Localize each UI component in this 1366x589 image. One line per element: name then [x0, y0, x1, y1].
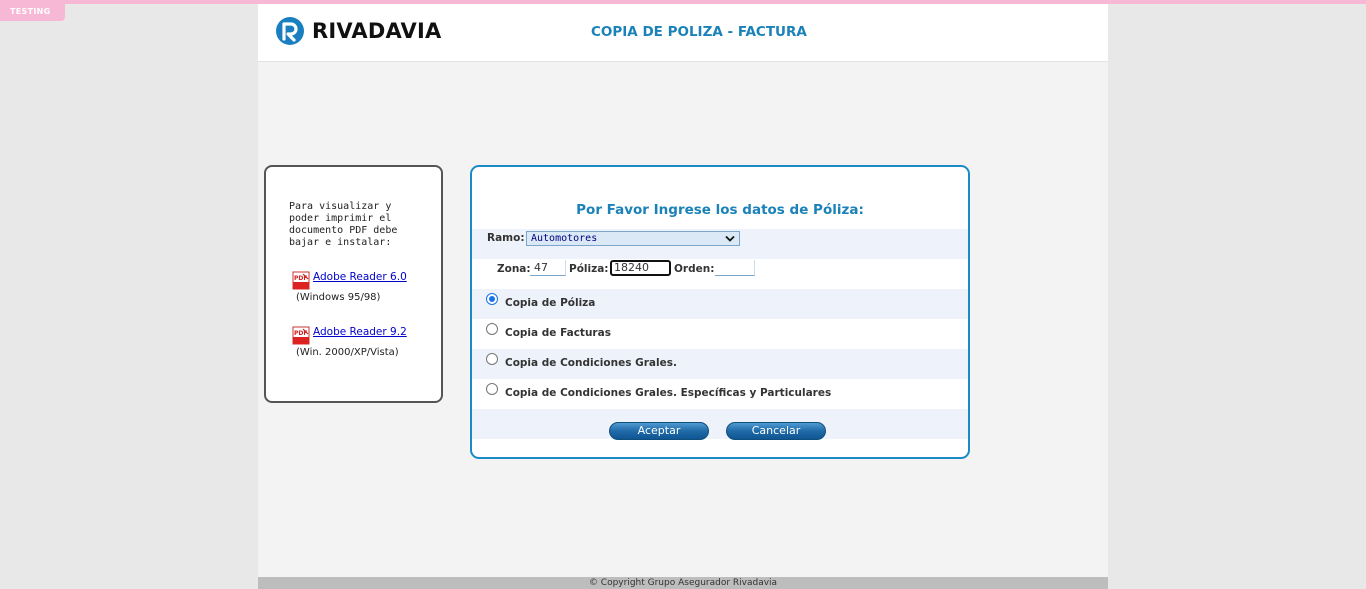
- header: RIVADAVIA COPIA DE POLIZA - FACTURA: [258, 4, 1108, 62]
- pdf-icon: PDF: [292, 326, 311, 345]
- radio-copia-poliza[interactable]: [486, 293, 498, 305]
- pdf-reader-panel: Para visualizar y poder imprimir el docu…: [264, 165, 443, 403]
- radio-condiciones-especificas[interactable]: [486, 383, 498, 395]
- accept-button[interactable]: Aceptar: [609, 422, 709, 440]
- policy-form: Por Favor Ingrese los datos de Póliza: R…: [470, 165, 970, 459]
- testing-badge: TESTING: [0, 0, 65, 21]
- zona-input[interactable]: 47: [530, 260, 566, 276]
- download-note: (Windows 95/98): [296, 292, 381, 303]
- orden-input[interactable]: [715, 260, 755, 276]
- zona-label: Zona:: [497, 263, 531, 275]
- page-title: COPIA DE POLIZA - FACTURA: [591, 24, 807, 40]
- option-label: Copia de Condiciones Grales. Específicas…: [505, 387, 832, 399]
- poliza-label: Póliza:: [569, 263, 609, 275]
- ramo-label: Ramo:: [487, 232, 525, 244]
- pdf-reader-intro: Para visualizar y poder imprimir el docu…: [289, 201, 398, 248]
- ramo-select[interactable]: Automotores: [526, 231, 740, 246]
- rivadavia-logo-icon: [276, 17, 304, 45]
- poliza-input[interactable]: 18240: [610, 260, 671, 276]
- orden-label: Orden:: [674, 263, 715, 275]
- pdf-icon: PDF: [292, 271, 311, 290]
- option-label: Copia de Póliza: [505, 297, 596, 309]
- page-container: RIVADAVIA COPIA DE POLIZA - FACTURA Para…: [258, 4, 1108, 589]
- adobe-reader-6-link[interactable]: Adobe Reader 6.0: [313, 271, 407, 283]
- download-note: (Win. 2000/XP/Vista): [296, 347, 399, 358]
- cancel-button[interactable]: Cancelar: [726, 422, 826, 440]
- chevron-down-icon: [725, 235, 735, 242]
- brand-name: RIVADAVIA: [312, 19, 442, 43]
- brand-logo[interactable]: RIVADAVIA: [276, 17, 441, 45]
- radio-condiciones-grales[interactable]: [486, 353, 498, 365]
- buttons-row: [472, 409, 968, 439]
- download-item: PDF Adobe Reader 6.0: [292, 271, 407, 290]
- radio-copia-facturas[interactable]: [486, 323, 498, 335]
- ramo-selected-value: Automotores: [531, 233, 598, 244]
- option-label: Copia de Condiciones Grales.: [505, 357, 677, 369]
- footer-copyright: © Copyright Grupo Asegurador Rivadavia: [258, 577, 1108, 589]
- download-item: PDF Adobe Reader 9.2: [292, 326, 407, 345]
- option-label: Copia de Facturas: [505, 327, 611, 339]
- form-heading: Por Favor Ingrese los datos de Póliza:: [576, 202, 864, 218]
- adobe-reader-9-link[interactable]: Adobe Reader 9.2: [313, 326, 407, 338]
